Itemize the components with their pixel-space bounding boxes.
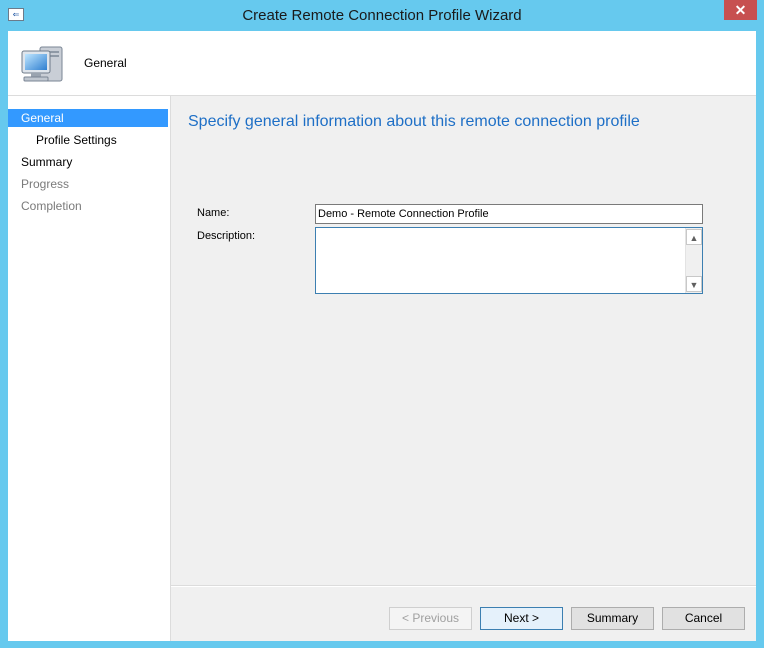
description-scrollbar[interactable]: ▲ ▼ (685, 228, 702, 293)
description-label: Description: (197, 230, 256, 242)
name-input[interactable] (315, 204, 703, 224)
step-general[interactable]: General (8, 109, 168, 127)
previous-button: < Previous (389, 607, 472, 630)
header-title: General (84, 56, 127, 70)
name-label: Name: (197, 207, 230, 219)
footer-separator (171, 585, 756, 587)
step-summary[interactable]: Summary (8, 153, 168, 171)
step-profile-settings[interactable]: Profile Settings (8, 131, 168, 149)
next-button[interactable]: Next > (480, 607, 563, 630)
step-progress: Progress (21, 177, 70, 191)
scroll-down-icon[interactable]: ▼ (686, 276, 702, 292)
wizard-client-area: General General Profile Settings Summary… (8, 31, 756, 641)
wizard-page: Specify general information about this r… (171, 96, 756, 641)
page-heading: Specify general information about this r… (188, 113, 640, 130)
summary-button[interactable]: Summary (571, 607, 654, 630)
close-button[interactable]: ✕ (724, 0, 757, 20)
window-title: Create Remote Connection Profile Wizard (242, 7, 522, 24)
wizard-header: General (8, 31, 756, 96)
description-field[interactable]: ▲ ▼ (315, 227, 703, 294)
title-bar[interactable]: ⇐ Create Remote Connection Profile Wizar… (0, 0, 764, 31)
scroll-up-icon[interactable]: ▲ (686, 229, 702, 245)
wizard-window: ⇐ Create Remote Connection Profile Wizar… (0, 0, 764, 648)
description-input[interactable] (316, 228, 684, 293)
computer-icon (21, 46, 63, 82)
step-completion: Completion (21, 199, 82, 213)
cancel-button[interactable]: Cancel (662, 607, 745, 630)
wizard-step-list: General Profile Settings Summary Progres… (8, 96, 171, 641)
